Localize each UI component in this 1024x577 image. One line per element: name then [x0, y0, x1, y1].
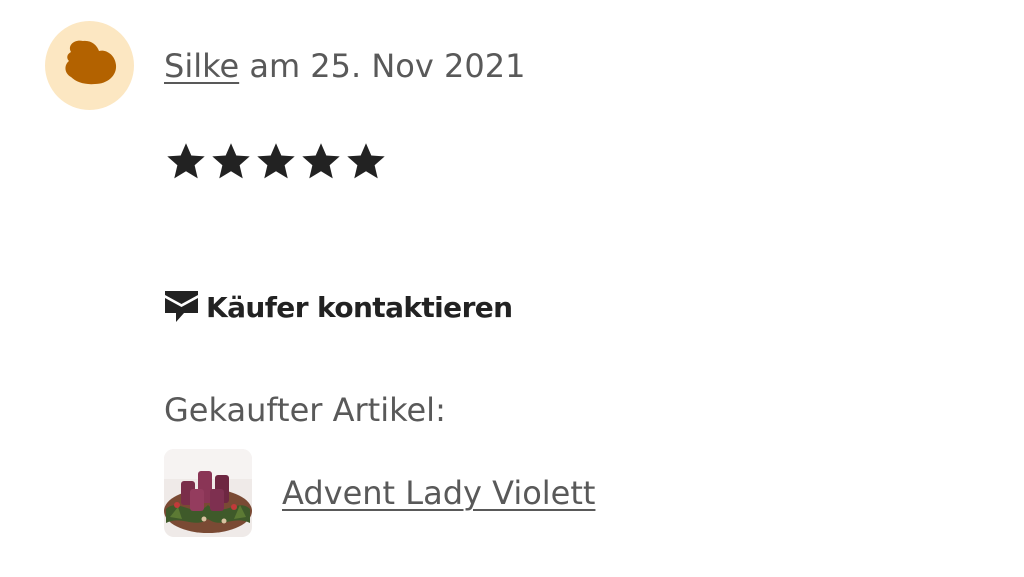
review-card: Silke am 25. Nov 2021 Käufer kontaktiere…	[0, 0, 1024, 577]
purchased-item-label: Gekaufter Artikel:	[164, 391, 446, 429]
star-icon	[212, 143, 250, 179]
message-icon	[165, 291, 198, 322]
purchased-item: Advent Lady Violett	[164, 449, 595, 537]
review-byline: Silke am 25. Nov 2021	[164, 44, 525, 88]
product-thumbnail[interactable]	[164, 449, 252, 537]
star-rating	[164, 139, 388, 185]
author-link[interactable]: Silke	[164, 47, 239, 85]
star-icon	[302, 143, 340, 179]
star-icon	[347, 143, 385, 179]
contact-buyer-button[interactable]: Käufer kontaktieren	[164, 287, 513, 327]
contact-buyer-label: Käufer kontaktieren	[206, 290, 513, 324]
product-link[interactable]: Advent Lady Violett	[282, 474, 595, 512]
user-avatar-icon[interactable]	[45, 21, 134, 110]
star-icon	[257, 143, 295, 179]
review-date: am 25. Nov 2021	[249, 47, 526, 85]
star-icon	[167, 143, 205, 179]
